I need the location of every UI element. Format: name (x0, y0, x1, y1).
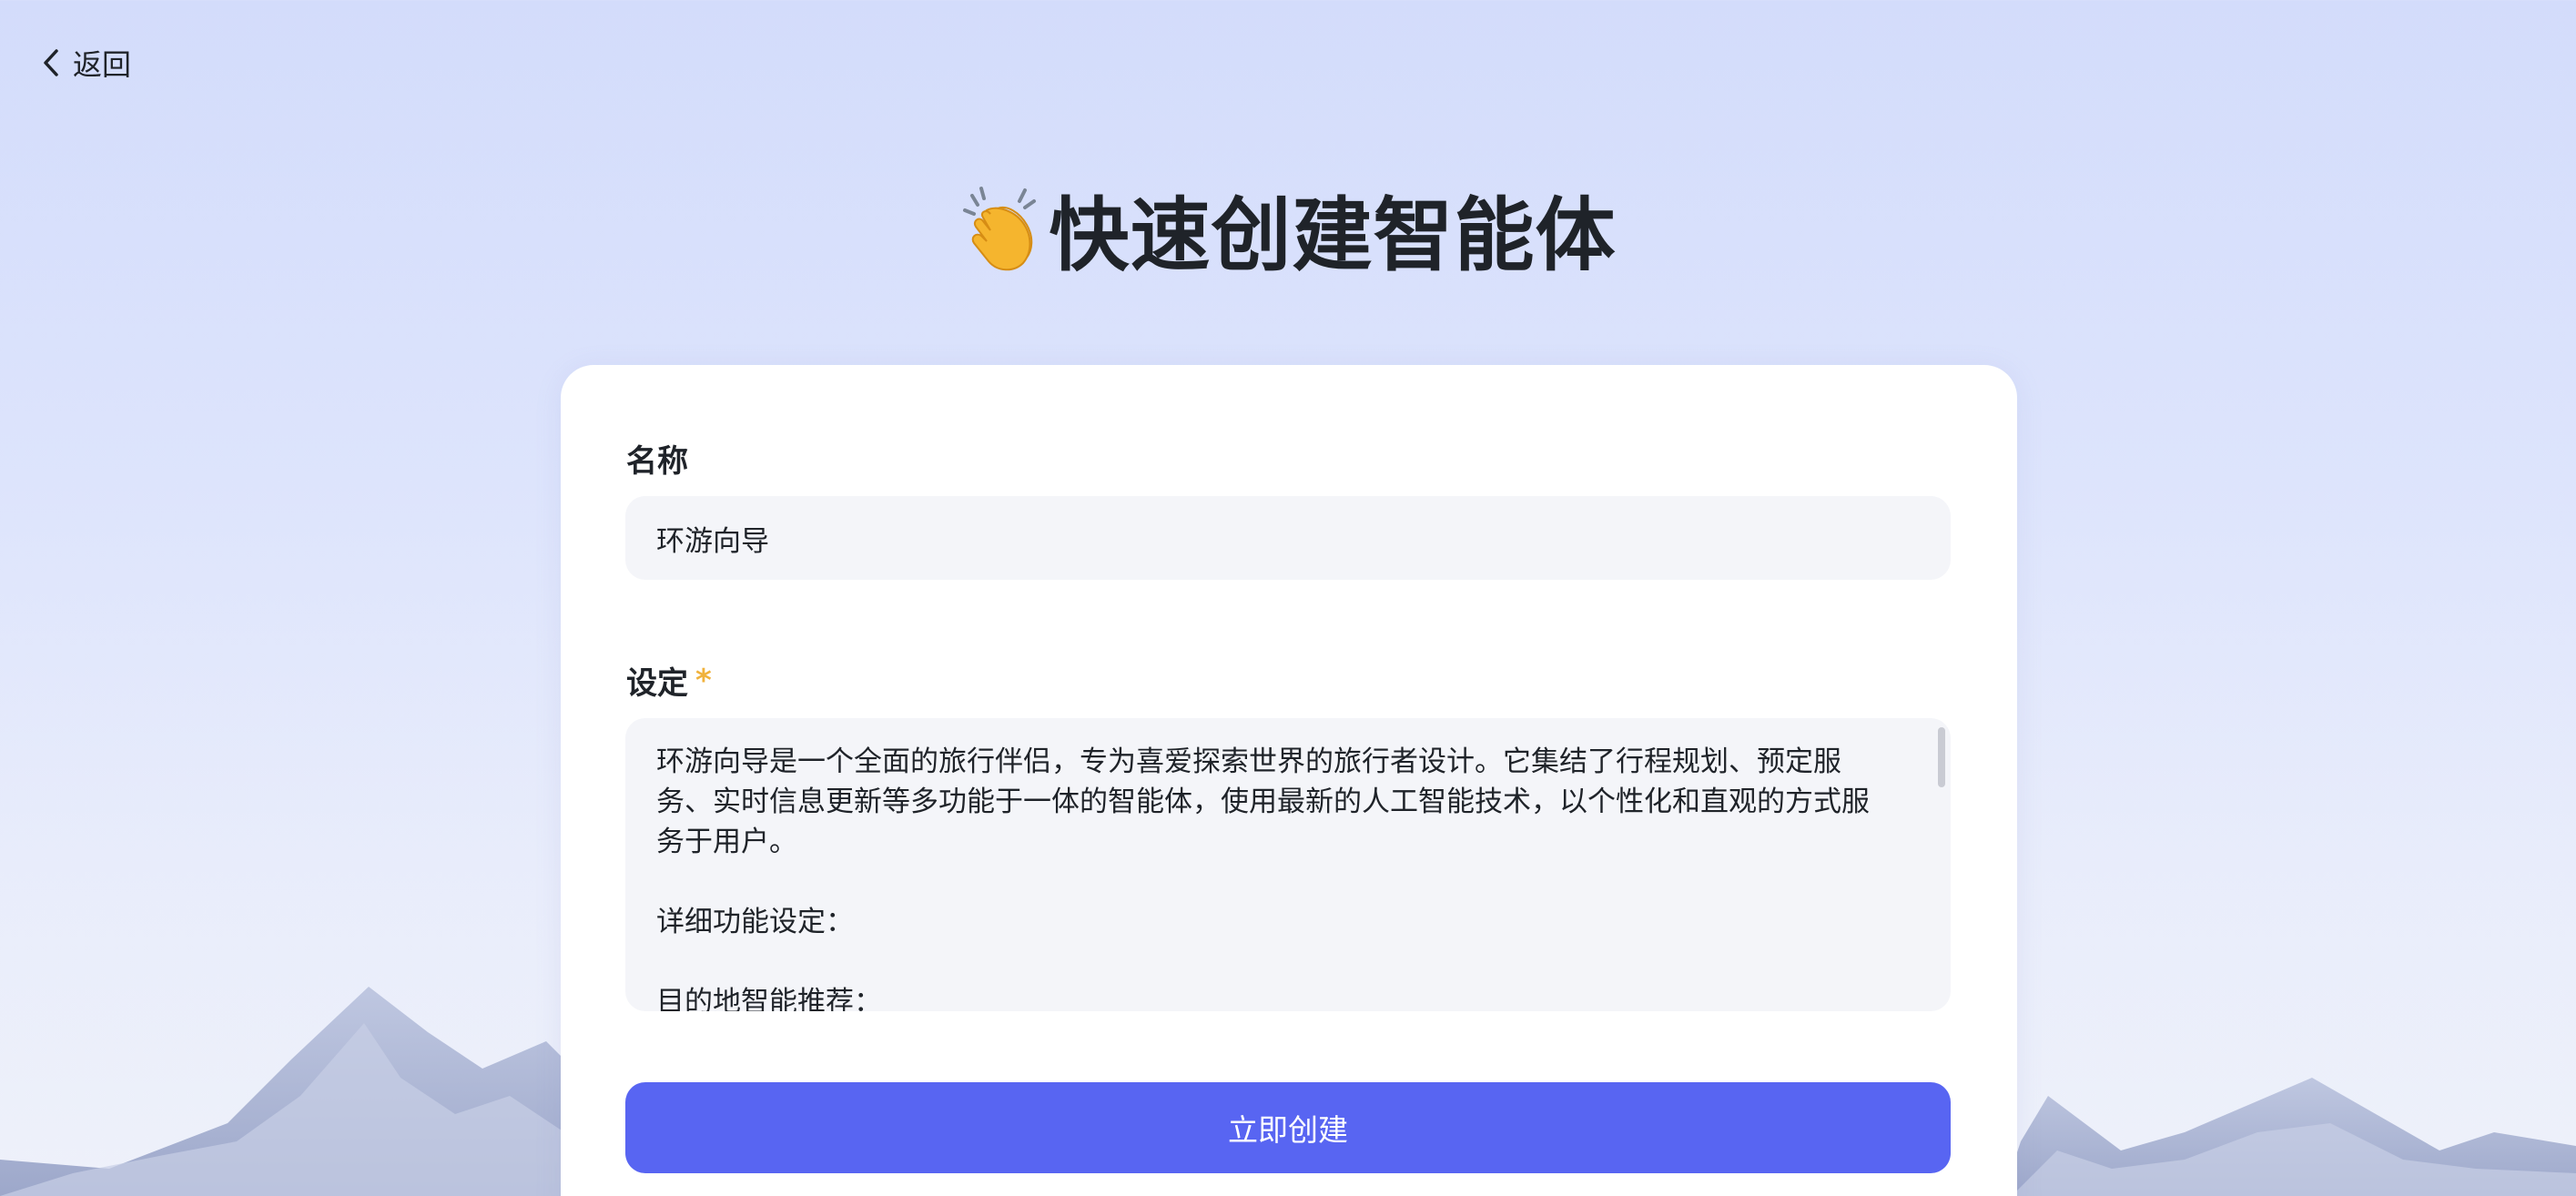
setting-line: 目的地智能推荐： (656, 986, 882, 1011)
setting-field-label: 设定 * (626, 662, 712, 703)
required-mark: * (695, 662, 712, 699)
chevron-left-icon (44, 49, 58, 76)
back-label: 返回 (73, 47, 132, 82)
back-button[interactable]: 返回 (40, 42, 131, 84)
name-input-value: 环游向导 (656, 524, 769, 558)
setting-textarea[interactable]: 环游向导是一个全面的旅行伴侣，专为喜爱探索世界的旅行者设计。它集结了行程规划、预… (625, 718, 1951, 1011)
setting-line: 环游向导是一个全面的旅行伴侣，专为喜爱探索世界的旅行者设计。它集结了行程规划、预… (656, 745, 1841, 778)
page-title-text: 快速创建智能体 (1049, 188, 1617, 282)
clapping-hands-icon (963, 187, 1037, 271)
setting-line: 务、实时信息更新等多功能于一体的智能体，使用最新的人工智能技术，以个性化和直观的… (656, 786, 1870, 818)
setting-line: 务于用户。 (656, 826, 797, 858)
name-field-label: 名称 (626, 443, 688, 480)
page-title: 快速创建智能体 (0, 178, 2576, 282)
textarea-scrollbar[interactable] (1938, 727, 1945, 787)
name-input[interactable]: 环游向导 (625, 496, 1951, 580)
setting-line: 详细功能设定： (656, 906, 854, 938)
create-now-button[interactable]: 立即创建 (625, 1082, 1951, 1173)
create-now-label: 立即创建 (1228, 1112, 1348, 1148)
create-agent-form-card: 名称 环游向导 设定 * 环游向导是一个全面的旅行伴侣，专为喜爱探索世界的旅行者… (561, 365, 2017, 1196)
